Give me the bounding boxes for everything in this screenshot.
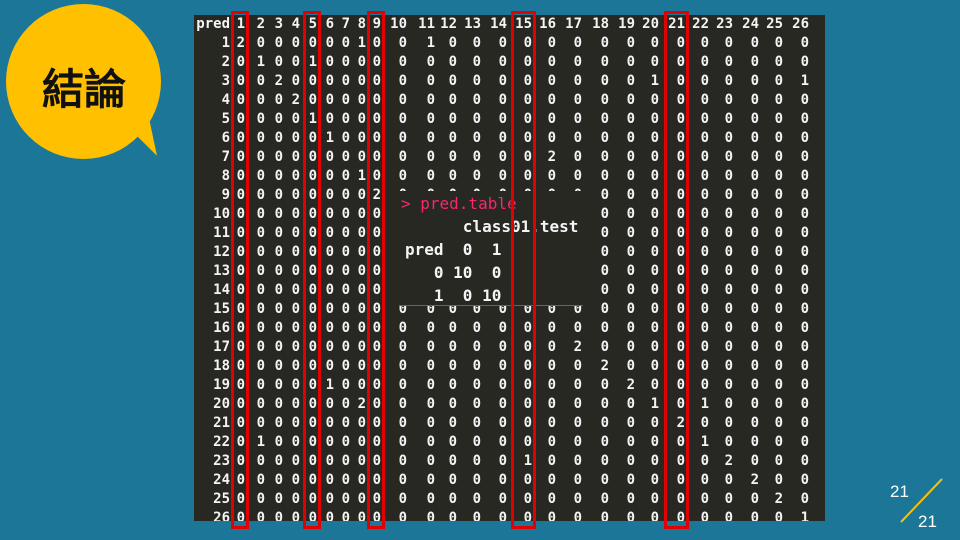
slide-number-divider: [900, 478, 943, 523]
slide-number-bottom: 21: [918, 512, 937, 531]
